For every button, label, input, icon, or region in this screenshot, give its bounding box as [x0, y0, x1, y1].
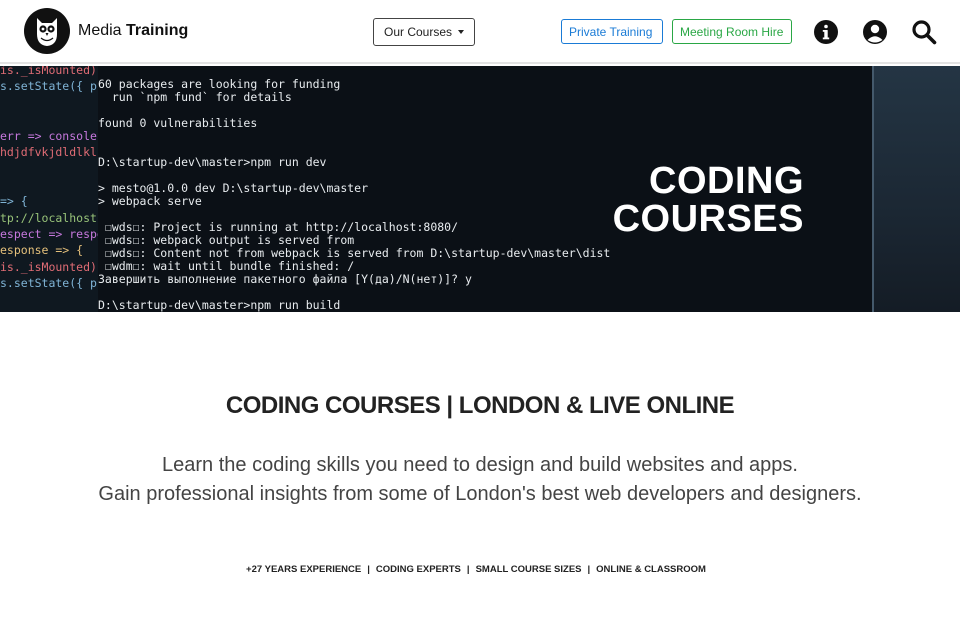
brand-bold: Training: [126, 22, 189, 39]
terminal-line: D:\startup-dev\master>npm run build: [98, 298, 341, 312]
features-strip: +27 YEARS EXPERIENCE | CODING EXPERTS | SMAL…: [0, 564, 952, 575]
editor-line: is._isMounted): [0, 66, 97, 77]
meeting-room-hire-label: Meeting Room Hire: [680, 24, 784, 39]
terminal-line: > webpack serve: [98, 194, 202, 208]
feature-item: ONLINE & CLASSROOM: [596, 564, 706, 575]
feature-item: +27 YEARS EXPERIENCE: [246, 564, 362, 575]
editor-line: s.setState({ pr: [0, 79, 98, 94]
owl-logo-icon: [24, 8, 70, 54]
our-courses-label: Our Courses: [383, 25, 453, 39]
editor-line: err => console.: [0, 128, 98, 143]
hero-banner: is._isMounted) s.setState({ pr err => cons…: [0, 66, 960, 312]
feature-separator: |: [466, 564, 470, 575]
terminal-line: found 0 vulnerabilities: [98, 116, 258, 130]
feature-separator: |: [367, 564, 370, 575]
hero-title-line2: COURSES: [612, 198, 804, 240]
editor-line: s.setState({ pr: [0, 276, 98, 291]
brand-light: Media: [78, 22, 122, 39]
private-training-label: Private Training: [569, 24, 653, 39]
user-icon[interactable]: [862, 19, 888, 45]
feature-item: CODING EXPERTS: [375, 564, 461, 575]
code-editor-background: is._isMounted) s.setState({ pr err => cons…: [0, 66, 98, 312]
caret-down-icon: [458, 30, 465, 34]
brand-name: Media Training: [78, 22, 188, 40]
private-training-button[interactable]: Private Training: [561, 19, 663, 44]
intro-line-2: Gain professional insights from some of …: [98, 483, 862, 505]
info-icon[interactable]: [813, 19, 839, 45]
editor-line: => {: [0, 194, 28, 209]
editor-line: espect => respo: [0, 227, 98, 241]
terminal-line: run `npm fund` for details: [98, 90, 292, 104]
feature-item: SMALL COURSE SIZES: [475, 564, 582, 575]
feature-separator: |: [587, 564, 591, 575]
meeting-room-hire-button[interactable]: Meeting Room Hire: [672, 19, 792, 44]
monitor-edge: [872, 66, 960, 312]
editor-line: tp://localhost:: [0, 210, 98, 225]
brand-logo[interactable]: Media Training: [24, 8, 188, 54]
hero-title-line1: CODING: [649, 160, 804, 202]
editor-line: esponse => {: [0, 243, 84, 258]
intro-text: Learn the coding skills you need to desi…: [0, 451, 960, 509]
editor-line: is._isMounted): [0, 259, 97, 274]
site-header: Media Training Our Courses Private Train…: [0, 0, 960, 64]
terminal-line: D:\startup-dev\master>npm run dev: [98, 155, 327, 169]
our-courses-dropdown[interactable]: Our Courses: [373, 18, 475, 46]
intro-line-1: Learn the coding skills you need to desi…: [162, 454, 798, 476]
hero-title: CODING COURSES: [613, 162, 804, 238]
editor-line: hdjdfvkjdldlkl: [0, 145, 97, 159]
search-icon[interactable]: [911, 19, 937, 45]
page-headline: CODING COURSES | LONDON & LIVE ONLINE: [225, 392, 735, 419]
terminal-line: Завершить выполнение пакетного файла [Y(…: [98, 272, 472, 286]
